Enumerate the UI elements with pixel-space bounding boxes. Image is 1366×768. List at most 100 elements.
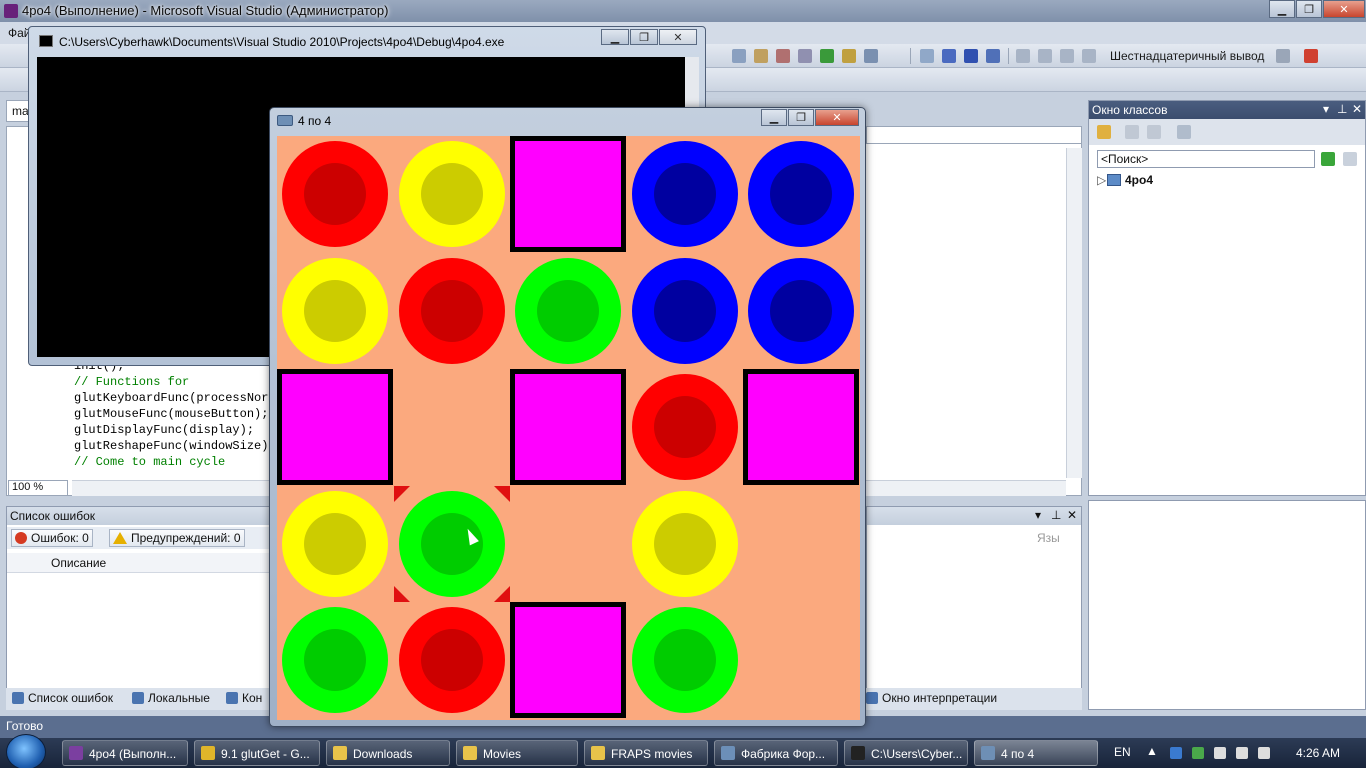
pin-icon[interactable]: ⊥ (1337, 102, 1347, 116)
board-cell[interactable] (743, 486, 859, 602)
member-dropdown[interactable] (866, 126, 1082, 144)
back-icon[interactable] (1125, 125, 1139, 139)
yellow-disc[interactable] (631, 490, 738, 597)
app-tray-icon[interactable] (1192, 747, 1204, 759)
taskbar-button[interactable]: 4 по 4 (974, 740, 1098, 766)
blue-disc[interactable] (631, 257, 738, 364)
board-cell[interactable] (277, 136, 393, 252)
board-cell[interactable] (510, 486, 626, 602)
board-cell[interactable] (277, 253, 393, 369)
green-disc[interactable] (631, 607, 738, 714)
yellow-disc[interactable] (398, 141, 505, 247)
taskbar-button[interactable]: C:\Users\Cyber... (844, 740, 968, 766)
blue-disc[interactable] (748, 141, 855, 247)
board-cell[interactable] (510, 369, 627, 486)
close-icon[interactable]: ✕ (1352, 102, 1362, 116)
breakpoint-icon[interactable] (1304, 49, 1318, 63)
warnings-filter-button[interactable]: Предупреждений: 0 (109, 529, 245, 547)
taskbar-button[interactable]: Фабрика Фор... (714, 740, 838, 766)
dropdown-icon[interactable]: ▾ (1323, 102, 1329, 116)
board-cell[interactable] (510, 136, 627, 252)
board-cell[interactable] (627, 602, 743, 718)
blue-disc[interactable] (748, 257, 855, 364)
red-disc[interactable] (282, 141, 388, 247)
settings-icon[interactable] (1177, 125, 1191, 139)
tree-item-project[interactable]: ▷ 4po4 (1097, 173, 1153, 187)
taskbar-button[interactable]: Movies (456, 740, 578, 766)
board-cell[interactable] (743, 369, 860, 486)
tab-locals[interactable]: Локальные (132, 691, 210, 705)
toolbar-icon[interactable] (1276, 49, 1290, 63)
toolbar-icon[interactable] (864, 49, 878, 63)
break-all-icon[interactable] (942, 49, 956, 63)
step-into-icon[interactable] (1016, 49, 1030, 63)
maximize-button[interactable]: ❐ (1296, 0, 1322, 18)
red-disc[interactable] (631, 374, 738, 481)
game-window[interactable]: 4 по 4 ▁ ❐ ✕ (269, 107, 866, 727)
green-disc[interactable] (515, 257, 622, 364)
toolbar-icon[interactable] (820, 49, 834, 63)
volume-icon[interactable] (1258, 747, 1270, 759)
green-disc[interactable] (398, 490, 505, 597)
description-column-header[interactable]: Описание (51, 556, 106, 570)
toolbar-icon[interactable] (842, 49, 856, 63)
board-cell[interactable] (510, 253, 626, 369)
green-disc[interactable] (282, 607, 388, 714)
tab-immediate[interactable]: Окно интерпретации (866, 691, 997, 705)
zoom-select[interactable]: 100 % (8, 480, 68, 496)
board-cell[interactable] (627, 369, 743, 485)
minimize-button[interactable]: ▁ (761, 109, 787, 126)
start-button[interactable] (6, 734, 46, 768)
board-cell[interactable] (394, 486, 510, 602)
clear-search-icon[interactable] (1343, 152, 1357, 166)
blue-disc[interactable] (631, 141, 738, 247)
toolbar-icon[interactable] (754, 49, 768, 63)
maximize-button[interactable]: ❐ (630, 29, 658, 45)
toolbar-icon[interactable] (798, 49, 812, 63)
language-column-header[interactable]: Язы (1037, 531, 1060, 545)
search-go-icon[interactable] (1321, 152, 1335, 166)
board-cell[interactable] (627, 136, 743, 252)
game-board[interactable] (277, 136, 860, 720)
board-cell[interactable] (627, 486, 743, 602)
board-cell[interactable] (277, 602, 393, 718)
pin-icon[interactable]: ⊥ (1051, 508, 1061, 522)
forward-icon[interactable] (1147, 125, 1161, 139)
errors-filter-button[interactable]: Ошибок: 0 (11, 529, 93, 547)
hex-output-toggle[interactable]: Шестнадцатеричный вывод (1110, 49, 1264, 63)
taskbar-button[interactable]: 4po4 (Выполн... (62, 740, 188, 766)
show-hidden-icons-icon[interactable]: ▲ (1146, 744, 1158, 758)
taskbar-button[interactable]: FRAPS movies (584, 740, 708, 766)
toolbar-icon[interactable] (732, 49, 746, 63)
board-cell[interactable] (743, 136, 859, 252)
red-disc[interactable] (398, 607, 505, 714)
maximize-button[interactable]: ❐ (788, 109, 814, 126)
close-icon[interactable]: ✕ (1067, 508, 1077, 522)
clock[interactable]: 4:26 AM (1296, 746, 1340, 760)
tab-error-list[interactable]: Список ошибок (12, 691, 113, 705)
board-cell[interactable] (394, 253, 510, 369)
yellow-disc[interactable] (282, 257, 388, 364)
yellow-disc[interactable] (282, 490, 388, 597)
red-disc[interactable] (398, 257, 505, 364)
board-cell[interactable] (277, 486, 393, 602)
stop-icon[interactable] (964, 49, 978, 63)
board-cell[interactable] (394, 602, 510, 718)
board-cell[interactable] (627, 253, 743, 369)
continue-icon[interactable] (920, 49, 934, 63)
toolbar-icon[interactable] (776, 49, 790, 63)
expand-icon[interactable]: ▷ (1097, 173, 1107, 187)
minimize-button[interactable]: ▁ (1269, 0, 1295, 18)
restart-icon[interactable] (986, 49, 1000, 63)
step-out-icon[interactable] (1060, 49, 1074, 63)
step-over-icon[interactable] (1038, 49, 1052, 63)
editor-vertical-scrollbar[interactable] (1066, 148, 1082, 478)
close-button[interactable]: ✕ (659, 29, 697, 45)
board-cell[interactable] (743, 602, 859, 718)
network-icon[interactable] (1236, 747, 1248, 759)
minimize-button[interactable]: ▁ (601, 29, 629, 45)
board-cell[interactable] (743, 253, 859, 369)
board-cell[interactable] (394, 136, 510, 252)
taskbar-button[interactable]: Downloads (326, 740, 450, 766)
vs-title-bar[interactable]: 4po4 (Выполнение) - Microsoft Visual Stu… (0, 0, 1366, 22)
